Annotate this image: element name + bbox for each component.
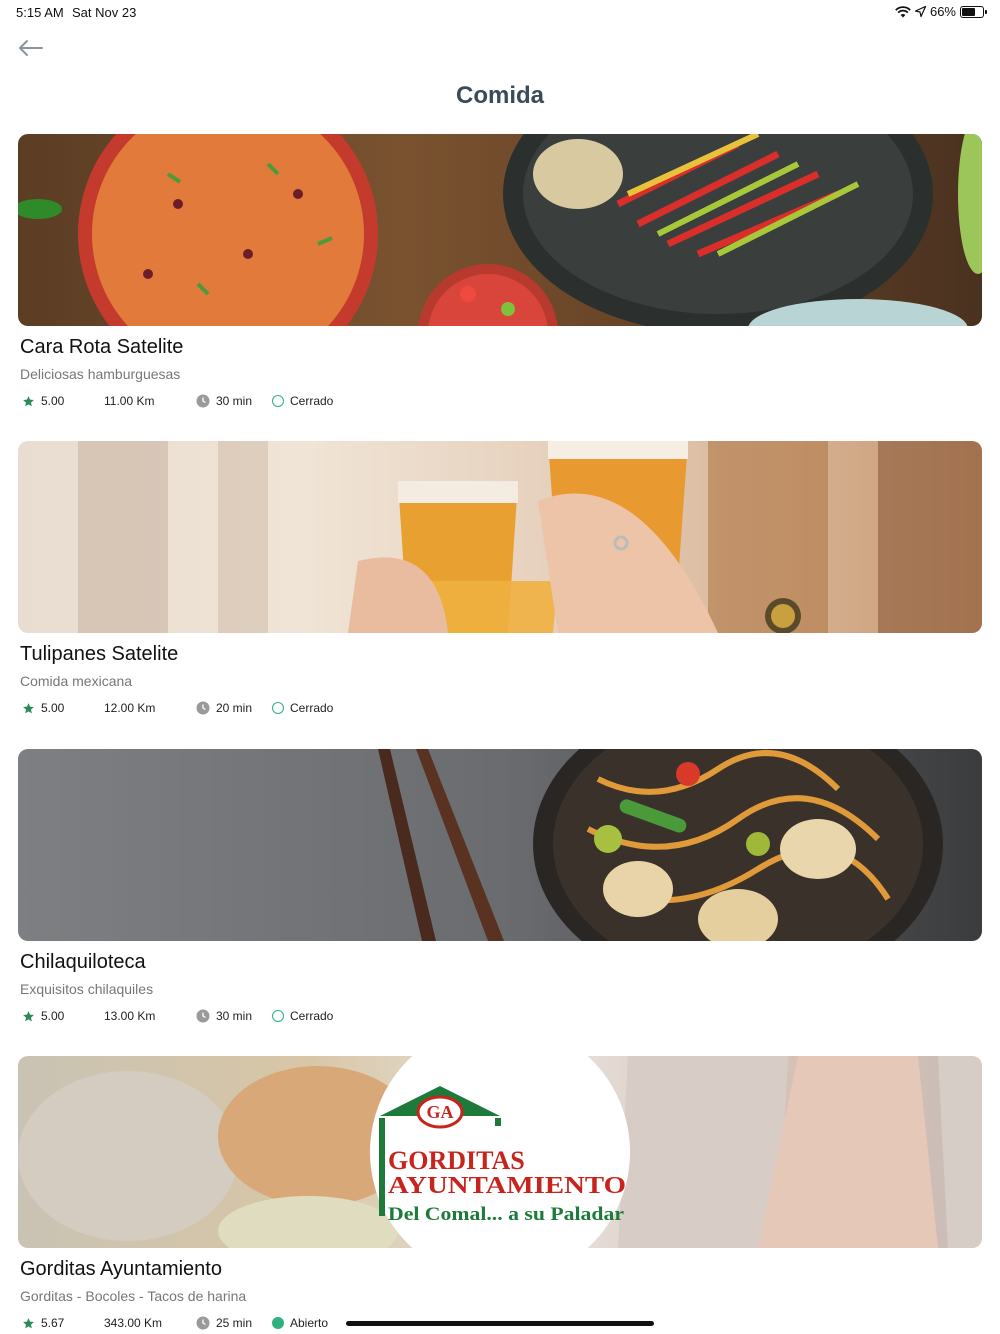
clock-icon	[196, 394, 210, 408]
open-status: Cerrado	[272, 701, 333, 715]
battery-percent: 66%	[929, 4, 956, 19]
open-status: Cerrado	[272, 394, 333, 408]
restaurant-name: Tulipanes Satelite	[20, 643, 179, 665]
restaurant-description: Exquisitos chilaquiles	[20, 981, 154, 997]
location-arrow-icon	[914, 6, 926, 17]
status-dot-icon	[272, 1317, 284, 1329]
clock-icon	[196, 1316, 210, 1330]
distance: 12.00 Km	[104, 701, 156, 715]
restaurant-card[interactable]: Tulipanes Satelite Comida mexicana 5.00 …	[18, 441, 982, 719]
restaurant-image	[18, 134, 982, 326]
restaurant-image	[18, 749, 982, 941]
delivery-time: 30 min	[196, 1009, 252, 1023]
restaurant-description: Deliciosas hamburguesas	[20, 366, 181, 382]
status-date: Sat Nov 23	[72, 5, 137, 20]
page-title: Comida	[455, 82, 544, 109]
status-dot-icon	[272, 702, 284, 714]
restaurant-meta: 5.00 11.00 Km 30 min Cerrado	[18, 392, 982, 412]
delivery-time: 25 min	[196, 1316, 252, 1330]
delivery-time-value: 30 min	[216, 1009, 253, 1023]
restaurant-image: GA GORDITAS AYUNTAMIENTO Del Comal... a …	[18, 1056, 982, 1248]
distance: 343.00 Km	[104, 1316, 163, 1330]
restaurant-description: Comida mexicana	[20, 673, 133, 689]
open-status-label: Cerrado	[290, 701, 334, 715]
open-status-label: Cerrado	[290, 1009, 334, 1023]
svg-text:GA: GA	[427, 1102, 454, 1122]
rating-value: 5.00	[41, 394, 65, 408]
status-dot-icon	[272, 395, 284, 407]
rating: 5.00	[22, 701, 64, 715]
rating: 5.67	[22, 1316, 64, 1330]
star-icon	[23, 395, 34, 406]
clock-icon	[196, 701, 210, 715]
distance: 11.00 Km	[104, 394, 155, 408]
rating-value: 5.67	[41, 1316, 65, 1330]
restaurant-meta: 5.00 13.00 Km 30 min Cerrado	[18, 1007, 982, 1027]
distance: 13.00 Km	[104, 1009, 156, 1023]
restaurant-meta: 5.00 12.00 Km 20 min Cerrado	[18, 699, 982, 719]
svg-text:AYUNTAMIENTO: AYUNTAMIENTO	[388, 1173, 626, 1199]
delivery-time-value: 20 min	[216, 701, 253, 715]
star-icon	[23, 1010, 34, 1021]
open-status: Cerrado	[272, 1009, 333, 1023]
open-status: Abierto	[272, 1316, 328, 1330]
star-icon	[23, 702, 34, 713]
restaurant-name: Chilaquiloteca	[20, 951, 146, 973]
status-dot-icon	[272, 1010, 284, 1022]
status-time: 5:15 AM	[16, 5, 64, 20]
restaurant-name: Gorditas Ayuntamiento	[20, 1258, 222, 1280]
restaurant-card[interactable]: GA GORDITAS AYUNTAMIENTO Del Comal... a …	[18, 1056, 982, 1334]
delivery-time-value: 30 min	[216, 394, 253, 408]
restaurant-card[interactable]: Cara Rota Satelite Deliciosas hamburgues…	[18, 134, 982, 412]
back-button[interactable]	[16, 36, 48, 62]
delivery-time-value: 25 min	[216, 1316, 253, 1330]
restaurant-card[interactable]: Chilaquiloteca Exquisitos chilaquiles 5.…	[18, 749, 982, 1027]
delivery-time: 30 min	[196, 394, 252, 408]
rating-value: 5.00	[41, 701, 65, 715]
star-icon	[23, 1317, 34, 1328]
svg-text:GORDITAS: GORDITAS	[388, 1146, 525, 1175]
status-indicators: 66%	[895, 4, 987, 19]
wifi-icon	[895, 5, 911, 17]
restaurant-description: Gorditas - Bocoles - Tacos de harina	[20, 1288, 247, 1304]
restaurant-image	[18, 441, 982, 633]
open-status-label: Cerrado	[290, 394, 334, 408]
delivery-time: 20 min	[196, 701, 252, 715]
rating: 5.00	[22, 394, 64, 408]
clock-icon	[196, 1009, 210, 1023]
rating: 5.00	[22, 1009, 64, 1023]
open-status-label: Abierto	[290, 1316, 329, 1330]
arrow-left-icon	[19, 40, 43, 56]
rating-value: 5.00	[41, 1009, 65, 1023]
restaurant-name: Cara Rota Satelite	[20, 336, 184, 358]
battery-icon	[960, 5, 987, 18]
home-indicator[interactable]	[346, 1321, 654, 1326]
svg-text:Del Comal... a su Paladar: Del Comal... a su Paladar	[388, 1204, 625, 1225]
status-bar: 5:15 AM Sat Nov 23 66%	[0, 0, 1000, 24]
